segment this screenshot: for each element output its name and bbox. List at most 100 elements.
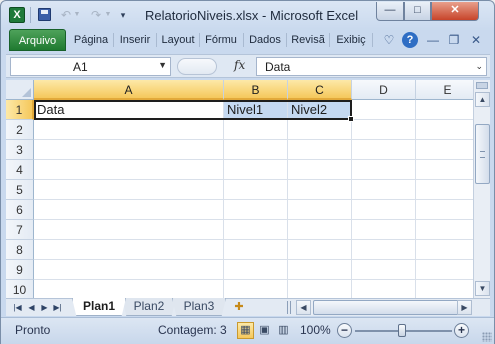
cell-empty[interactable]	[224, 180, 288, 200]
cell-empty[interactable]	[352, 140, 416, 160]
cell-empty[interactable]	[416, 140, 473, 160]
cell-empty[interactable]	[352, 100, 416, 120]
cell-empty[interactable]	[352, 220, 416, 240]
column-header-c[interactable]: C	[288, 80, 352, 100]
maximize-button[interactable]: □	[404, 2, 431, 21]
cell-c1[interactable]: Nivel2	[288, 100, 352, 120]
tab-review[interactable]: Revisã	[288, 29, 328, 51]
cell-empty[interactable]	[416, 180, 473, 200]
vertical-scroll-thumb[interactable]	[475, 124, 490, 184]
normal-view-icon[interactable]: ▦	[237, 322, 254, 339]
cell-empty[interactable]	[224, 160, 288, 180]
workbook-close-icon[interactable]: ✕	[468, 32, 484, 48]
cell-b1[interactable]: Nivel1	[224, 100, 288, 120]
minimize-ribbon-icon[interactable]: ♡	[381, 32, 397, 48]
cell-empty[interactable]	[34, 200, 224, 220]
cell-empty[interactable]	[224, 140, 288, 160]
previous-sheet-icon[interactable]: ◀	[26, 301, 37, 314]
customize-qat-button[interactable]: ▾	[117, 6, 129, 24]
cell-empty[interactable]	[34, 280, 224, 298]
vertical-split-box[interactable]	[476, 82, 488, 89]
first-sheet-icon[interactable]: |◀	[12, 301, 23, 314]
cell-empty[interactable]	[352, 260, 416, 280]
tab-file[interactable]: Arquivo	[9, 29, 66, 51]
column-header-d[interactable]: D	[352, 80, 416, 100]
cell-empty[interactable]	[288, 240, 352, 260]
cell-empty[interactable]	[34, 140, 224, 160]
horizontal-scrollbar[interactable]: ◀ ▶	[296, 300, 472, 315]
name-box-dropdown-icon[interactable]: ▼	[158, 60, 167, 70]
cell-empty[interactable]	[288, 200, 352, 220]
cell-empty[interactable]	[34, 160, 224, 180]
scroll-up-arrow-icon[interactable]: ▲	[475, 92, 490, 107]
expand-formula-bar-icon[interactable]: ⌄	[475, 61, 483, 72]
column-header-a[interactable]: A	[34, 80, 224, 100]
cell-empty[interactable]	[352, 120, 416, 140]
cell-empty[interactable]	[352, 240, 416, 260]
cell-empty[interactable]	[416, 160, 473, 180]
select-all-button[interactable]	[6, 80, 34, 100]
zoom-level[interactable]: 100%	[300, 323, 331, 337]
undo-dropdown-icon[interactable]: ▼	[73, 6, 81, 24]
row-header-1[interactable]: 1	[6, 100, 34, 120]
cell-empty[interactable]	[416, 280, 473, 298]
row-header-8[interactable]: 8	[6, 240, 34, 260]
cell-empty[interactable]	[224, 240, 288, 260]
column-header-b[interactable]: B	[224, 80, 288, 100]
cell-empty[interactable]	[352, 280, 416, 298]
row-header-3[interactable]: 3	[6, 140, 34, 160]
sheet-tab-plan2[interactable]: Plan2	[122, 298, 176, 316]
cell-empty[interactable]	[352, 160, 416, 180]
tab-data[interactable]: Dados	[245, 29, 285, 51]
row-header-7[interactable]: 7	[6, 220, 34, 240]
cell-empty[interactable]	[288, 120, 352, 140]
cell-empty[interactable]	[224, 260, 288, 280]
cell-empty[interactable]	[288, 220, 352, 240]
zoom-out-icon[interactable]: −	[337, 323, 352, 338]
row-header-2[interactable]: 2	[6, 120, 34, 140]
tab-view[interactable]: Exibiç	[331, 29, 371, 51]
insert-worksheet-icon[interactable]: ✚	[230, 300, 248, 314]
zoom-slider-thumb[interactable]	[398, 324, 406, 337]
cell-empty[interactable]	[416, 200, 473, 220]
redo-dropdown-icon[interactable]: ▼	[104, 6, 112, 24]
tab-insert[interactable]: Inserir	[115, 29, 155, 51]
row-header-4[interactable]: 4	[6, 160, 34, 180]
redo-button[interactable]: ↷	[87, 6, 105, 24]
next-sheet-icon[interactable]: ▶	[39, 301, 50, 314]
zoom-in-icon[interactable]: +	[454, 323, 469, 338]
row-header-5[interactable]: 5	[6, 180, 34, 200]
resize-grip-icon[interactable]	[482, 332, 492, 342]
cell-empty[interactable]	[416, 240, 473, 260]
cell-empty[interactable]	[416, 100, 473, 120]
cell-empty[interactable]	[34, 120, 224, 140]
cell-empty[interactable]	[224, 120, 288, 140]
formula-bar-resize-handle[interactable]	[177, 58, 217, 75]
row-header-6[interactable]: 6	[6, 200, 34, 220]
tab-split-handle[interactable]	[287, 301, 291, 314]
scroll-down-arrow-icon[interactable]: ▼	[475, 281, 490, 296]
help-icon[interactable]: ?	[402, 32, 418, 48]
row-header-10[interactable]: 10	[6, 280, 34, 298]
worksheet-grid[interactable]: A B C D E 1 2 3 4 5 6 7 8 9 10 Data Nive…	[6, 80, 473, 298]
cell-empty[interactable]	[34, 240, 224, 260]
cell-empty[interactable]	[224, 220, 288, 240]
row-header-9[interactable]: 9	[6, 260, 34, 280]
sheet-tab-plan3[interactable]: Plan3	[172, 298, 226, 316]
insert-function-icon[interactable]: fx	[234, 58, 245, 72]
cell-empty[interactable]	[288, 180, 352, 200]
scroll-left-arrow-icon[interactable]: ◀	[296, 300, 311, 315]
tab-page-layout[interactable]: Página	[70, 29, 112, 51]
cell-empty[interactable]	[288, 260, 352, 280]
cell-empty[interactable]	[288, 160, 352, 180]
minimize-button[interactable]: —	[376, 2, 404, 21]
cell-empty[interactable]	[416, 260, 473, 280]
horizontal-scroll-thumb[interactable]	[313, 300, 463, 315]
last-sheet-icon[interactable]: ▶|	[52, 301, 63, 314]
column-header-e[interactable]: E	[416, 80, 473, 100]
cell-empty[interactable]	[352, 200, 416, 220]
tab-formulas[interactable]: Fórmu	[201, 29, 241, 51]
page-layout-view-icon[interactable]: ▣	[256, 322, 273, 339]
excel-app-icon[interactable]: X	[9, 7, 25, 23]
cell-empty[interactable]	[352, 180, 416, 200]
